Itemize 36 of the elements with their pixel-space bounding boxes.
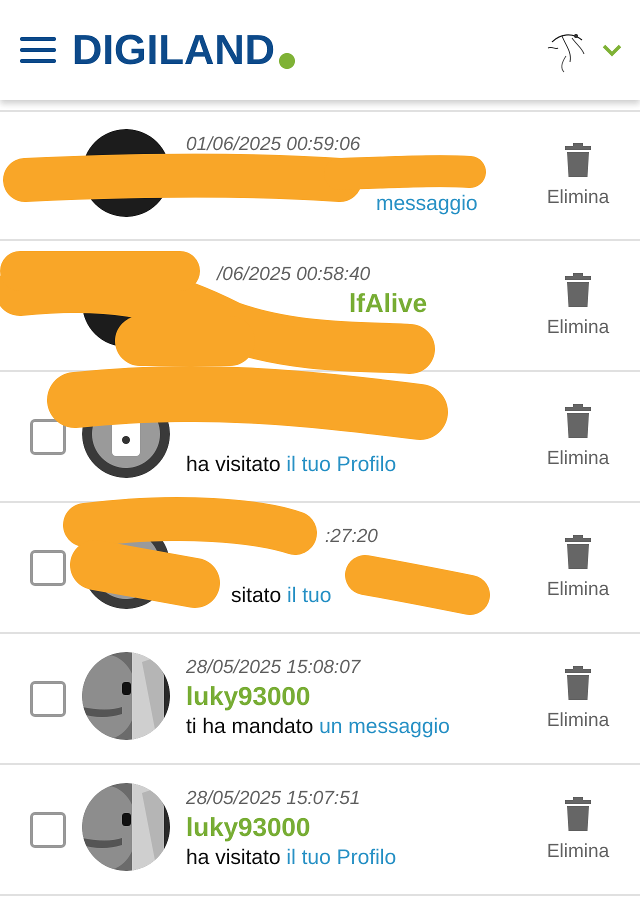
activity-link[interactable]: il tuo Profilo: [286, 452, 396, 476]
delete-button[interactable]: Elimina: [533, 142, 623, 208]
delete-button[interactable]: Elimina: [533, 404, 623, 470]
checkbox[interactable]: [30, 680, 66, 716]
trash-icon: [565, 666, 591, 700]
username-link[interactable]: lfAlive: [349, 288, 428, 318]
trash-icon: [565, 534, 591, 568]
activity-link[interactable]: messaggio: [376, 192, 478, 214]
menu-icon[interactable]: [20, 37, 56, 63]
trash-icon: [565, 272, 591, 306]
username-link[interactable]: luky93000: [186, 680, 310, 710]
activity-text: sitato: [231, 584, 282, 606]
activity-text: ha visitato: [186, 452, 281, 476]
trash-icon: [565, 142, 591, 176]
checkbox[interactable]: [30, 550, 66, 586]
delete-button[interactable]: Elimina: [533, 796, 623, 862]
checkbox[interactable]: [30, 812, 66, 848]
activity-link[interactable]: il tuo: [287, 584, 332, 606]
timestamp: /06/2025 00:58:40: [217, 264, 370, 284]
activity-text: ha visitato: [186, 846, 281, 868]
delete-button[interactable]: Elimina: [533, 534, 623, 600]
site-logo[interactable]: DIGILAND: [72, 29, 275, 71]
logo-dot: [279, 53, 295, 69]
delete-button[interactable]: Elimina: [533, 272, 623, 338]
timestamp: 28/05/2025 15:07:51: [186, 788, 360, 808]
activity-link[interactable]: un messaggio: [319, 714, 450, 738]
username-link[interactable]: luky93000: [186, 812, 310, 842]
timestamp: 01/06/2025 00:59:06: [186, 134, 360, 154]
activity-link[interactable]: il tuo Profilo: [286, 846, 396, 868]
checkbox[interactable]: [30, 418, 66, 454]
timestamp: 28/05/2025 15:08:07: [186, 656, 360, 678]
activity-text: ti ha mandato: [186, 714, 314, 738]
trash-icon: [565, 796, 591, 830]
timestamp: :27:20: [325, 526, 378, 546]
delete-button[interactable]: Elimina: [533, 666, 623, 732]
trash-icon: [565, 404, 591, 438]
